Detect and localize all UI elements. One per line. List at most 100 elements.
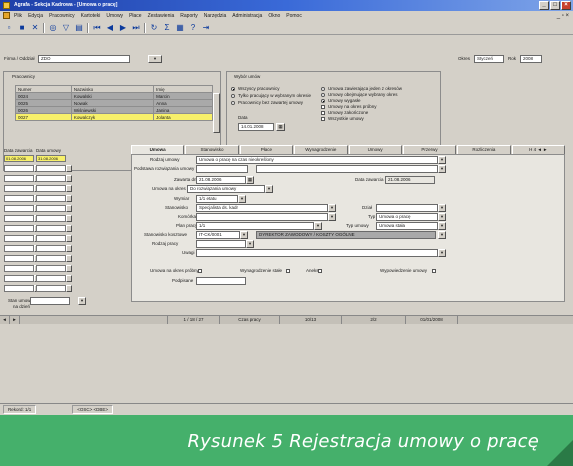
calendar-icon[interactable] <box>66 195 72 202</box>
tab-navigation[interactable]: H 4 ◄ ► <box>511 145 565 154</box>
contract-date-from[interactable] <box>4 255 34 262</box>
contract-date-from[interactable] <box>4 265 34 272</box>
work-dropdown[interactable]: ▾ <box>238 195 246 203</box>
menu-item[interactable]: Edycja <box>28 11 43 21</box>
option-radio[interactable] <box>321 87 325 91</box>
delete-icon[interactable]: ✕ <box>30 23 40 33</box>
tab-wynagrodzenie[interactable]: Wynagrodzenie <box>294 145 348 154</box>
calendar-icon[interactable] <box>66 245 72 252</box>
menu-item[interactable]: Okno <box>268 11 280 21</box>
option-radio[interactable] <box>321 99 325 103</box>
tab-przerwy[interactable]: Przerwy <box>402 145 457 154</box>
calendar-icon[interactable] <box>66 215 72 222</box>
termination-checkbox[interactable] <box>432 269 436 273</box>
contract-date-from[interactable] <box>4 185 34 192</box>
division-dropdown[interactable]: ▾ <box>438 204 446 212</box>
option-checkbox[interactable] <box>321 105 325 109</box>
type-dropdown[interactable]: ▾ <box>438 156 446 164</box>
kind2-dropdown[interactable]: ▾ <box>438 222 446 230</box>
menu-item[interactable]: Pomoc <box>286 11 302 21</box>
kind-dropdown[interactable]: ▾ <box>438 213 446 221</box>
date-field[interactable]: 14.01.2008 <box>238 123 274 131</box>
contract-date-from[interactable] <box>4 215 34 222</box>
fixed-salary-checkbox[interactable] <box>286 269 290 273</box>
column-header[interactable]: Numer <box>15 85 72 93</box>
option-checkbox[interactable] <box>321 117 325 121</box>
calendar-icon[interactable] <box>66 285 72 292</box>
contract-date-from[interactable] <box>4 275 34 282</box>
calc-icon[interactable]: Σ <box>162 23 172 33</box>
contract-date-from[interactable] <box>4 245 34 252</box>
radio-working[interactable] <box>231 94 235 98</box>
calendar-icon[interactable] <box>66 205 72 212</box>
column-header[interactable]: Imię <box>153 85 213 93</box>
kind-field[interactable]: Umowa o pracę <box>376 213 438 221</box>
contract-date-to[interactable] <box>36 235 66 242</box>
table-row-selected[interactable]: 0027 Kowalczyk Jolanta <box>15 113 213 121</box>
reason-field[interactable] <box>196 165 248 173</box>
new-icon[interactable]: ▫ <box>4 23 14 33</box>
calendar-icon[interactable] <box>66 165 72 172</box>
sign-field[interactable] <box>196 277 246 285</box>
contract-date-to[interactable] <box>36 215 66 222</box>
period-field[interactable]: Styczeń <box>474 55 504 63</box>
contract-date-from[interactable] <box>4 235 34 242</box>
employees-table[interactable]: Numer Nazwisko Imię 0024 Kowalski Marcin… <box>15 85 213 121</box>
plan-dropdown[interactable]: ▾ <box>314 222 322 230</box>
firm-field[interactable]: ZDO <box>38 55 130 63</box>
contract-date-to[interactable] <box>36 285 66 292</box>
calendar-icon[interactable] <box>66 275 72 282</box>
menu-item[interactable]: Administracja <box>232 11 262 21</box>
tab-rozliczenia[interactable]: Rozliczenia <box>457 145 511 154</box>
contract-state-dropdown[interactable]: ▾ <box>78 297 86 305</box>
nav-next-icon[interactable]: ► <box>10 316 20 324</box>
radio-all[interactable] <box>231 87 235 91</box>
calendar-icon[interactable] <box>66 175 72 182</box>
firm-lookup-button[interactable]: ▾ <box>148 55 162 63</box>
cost-field[interactable]: IT-CK/0001 <box>196 231 240 239</box>
nav-first-icon[interactable]: ◄ <box>0 316 10 324</box>
trial-checkbox[interactable] <box>198 269 202 273</box>
table-row[interactable]: 0025 Nowak Anna <box>15 99 213 107</box>
tab-stanowisko[interactable]: Stanowisko <box>185 145 239 154</box>
calendar-icon[interactable]: ▦ <box>276 123 285 131</box>
prev-icon[interactable]: ◀ <box>105 23 115 33</box>
contract-date-from[interactable] <box>4 225 34 232</box>
minimize-button[interactable]: _ <box>539 1 549 10</box>
position-field[interactable]: Specjalista ds. kadr <box>196 204 328 212</box>
find-icon[interactable]: ◎ <box>48 23 58 33</box>
contract-date-from[interactable] <box>4 285 34 292</box>
save-icon[interactable]: ■ <box>17 23 27 33</box>
menu-item[interactable]: Raporty <box>180 11 198 21</box>
date-from-field[interactable]: 21.08.2006 <box>196 176 246 184</box>
next-icon[interactable]: ▶ <box>118 23 128 33</box>
kind2-field[interactable]: Umowa stała <box>376 222 438 230</box>
contract-date-to[interactable]: 31.08.2006 <box>36 155 66 162</box>
reason-desc-field[interactable] <box>256 165 438 173</box>
contract-date-to[interactable] <box>36 225 66 232</box>
menu-item[interactable]: Zestawienia <box>148 11 175 21</box>
help-icon[interactable]: ? <box>188 23 198 33</box>
contract-date-from[interactable]: 01.08.2006 <box>4 155 34 162</box>
tab-umowy[interactable]: Umowy <box>348 145 402 154</box>
employees-scrollbar[interactable] <box>213 93 220 133</box>
first-icon[interactable]: ⏮ <box>92 23 102 33</box>
exit-icon[interactable]: ⇥ <box>201 23 211 33</box>
reason-lookup-button[interactable]: ▾ <box>438 165 446 173</box>
notes-button[interactable]: ▾ <box>438 249 446 257</box>
contract-date-to[interactable] <box>36 265 66 272</box>
menu-item[interactable]: Narzędzia <box>204 11 227 21</box>
year-field[interactable]: 2008 <box>520 55 542 63</box>
calendar-icon[interactable] <box>66 185 72 192</box>
contract-date-to[interactable] <box>36 195 66 202</box>
department-lookup-button[interactable]: ▾ <box>328 213 336 221</box>
contract-date-to[interactable] <box>36 255 66 262</box>
cost-lookup-button[interactable]: ▾ <box>240 231 248 239</box>
calendar-icon[interactable] <box>66 255 72 262</box>
mdi-controls[interactable]: _ ▫ × <box>557 11 569 21</box>
contract-date-from[interactable] <box>4 165 34 172</box>
date-to-field[interactable]: Do rozwiązania umowy <box>187 185 265 193</box>
column-header[interactable]: Nazwisko <box>70 85 155 93</box>
option-checkbox[interactable] <box>321 111 325 115</box>
menu-item[interactable]: Pracownicy <box>49 11 75 21</box>
